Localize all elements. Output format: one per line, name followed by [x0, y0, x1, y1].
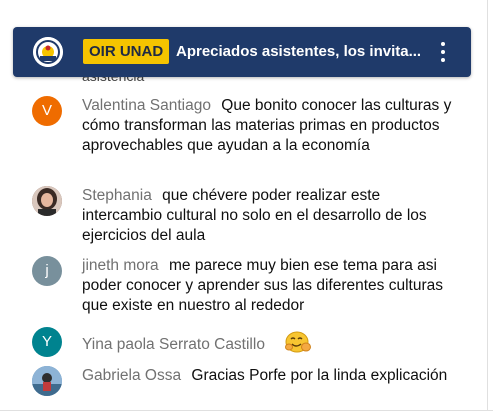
- message-text: Gracias Porfe por la linda explicación: [191, 367, 448, 384]
- pinned-message-text[interactable]: Apreciados asistentes, los invita...: [176, 41, 428, 63]
- profile-photo-icon: [32, 366, 62, 396]
- panel-scrollbar[interactable]: [487, 0, 493, 411]
- avatar[interactable]: V: [32, 96, 62, 126]
- channel-avatar[interactable]: [33, 37, 63, 67]
- message-content: Stephania que chévere poder realizar est…: [82, 186, 462, 246]
- profile-photo-icon: [32, 186, 62, 216]
- author-name[interactable]: jineth mora: [82, 257, 159, 274]
- author-name[interactable]: Gabriela Ossa: [82, 367, 181, 384]
- message-content: Yina paola Serrato Castillo: [82, 331, 462, 359]
- message-content: Gabriela Ossa Gracias Porfe por la linda…: [82, 366, 462, 386]
- avatar[interactable]: Y: [32, 327, 62, 357]
- live-chat-panel: asistencia V Valentina Santiago Que boni…: [0, 0, 493, 411]
- author-name[interactable]: Yina paola Serrato Castillo: [82, 336, 265, 353]
- message-content: Valentina Santiago Que bonito conocer la…: [82, 96, 462, 156]
- hugging-face-emoji-icon: [285, 331, 312, 359]
- author-name[interactable]: Stephania: [82, 187, 152, 204]
- avatar-letter: V: [41, 102, 52, 119]
- avatar[interactable]: [32, 186, 62, 216]
- unad-logo-icon: [33, 37, 63, 67]
- pinned-message-banner[interactable]: OIR UNAD Apreciados asistentes, los invi…: [13, 27, 471, 77]
- channel-name-badge[interactable]: OIR UNAD: [83, 39, 170, 64]
- message-content: jineth mora me parece muy bien ese tema …: [82, 256, 462, 316]
- avatar[interactable]: j: [32, 256, 62, 286]
- avatar-letter: j: [45, 262, 49, 279]
- more-options-icon[interactable]: [435, 40, 451, 64]
- avatar[interactable]: [32, 366, 62, 396]
- avatar-letter: Y: [41, 333, 52, 350]
- author-name[interactable]: Valentina Santiago: [82, 97, 211, 114]
